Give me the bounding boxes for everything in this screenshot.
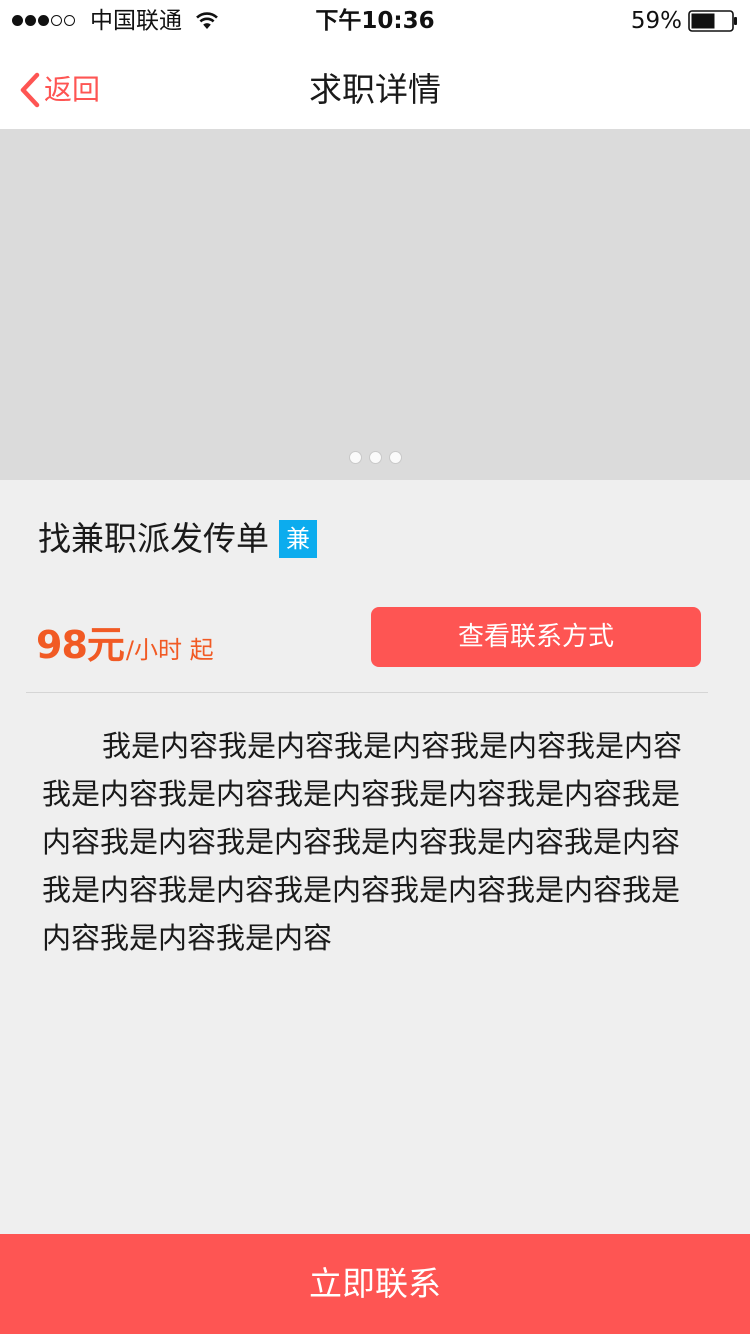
navigation-bar: 返回 求职详情 [0, 40, 750, 129]
salary-amount: 98元 [36, 623, 125, 667]
job-title-row: 找兼职派发传单 兼 [38, 517, 317, 561]
part-time-badge: 兼 [279, 520, 317, 558]
battery-fill [691, 13, 715, 29]
image-carousel[interactable] [0, 129, 750, 480]
salary: 98元 /小时 起 [36, 622, 214, 673]
status-bar: 中国联通 下午10:36 59% [0, 0, 750, 40]
divider [26, 692, 708, 693]
carousel-dot[interactable] [368, 451, 382, 464]
salary-unit: /小时 起 [125, 636, 214, 664]
carousel-page-indicator[interactable] [0, 451, 750, 464]
carousel-dot[interactable] [348, 451, 362, 464]
job-description: 我是内容我是内容我是内容我是内容我是内容我是内容我是内容我是内容我是内容我是内容… [42, 729, 683, 955]
contact-now-button[interactable]: 立即联系 [0, 1234, 750, 1334]
battery-percent: 59% [630, 8, 682, 34]
carousel-dot[interactable] [388, 451, 402, 464]
page-title: 求职详情 [309, 70, 441, 109]
job-title: 找兼职派发传单 [38, 519, 269, 558]
battery-icon [688, 10, 737, 32]
view-contact-info-button[interactable]: 查看联系方式 [371, 607, 701, 667]
